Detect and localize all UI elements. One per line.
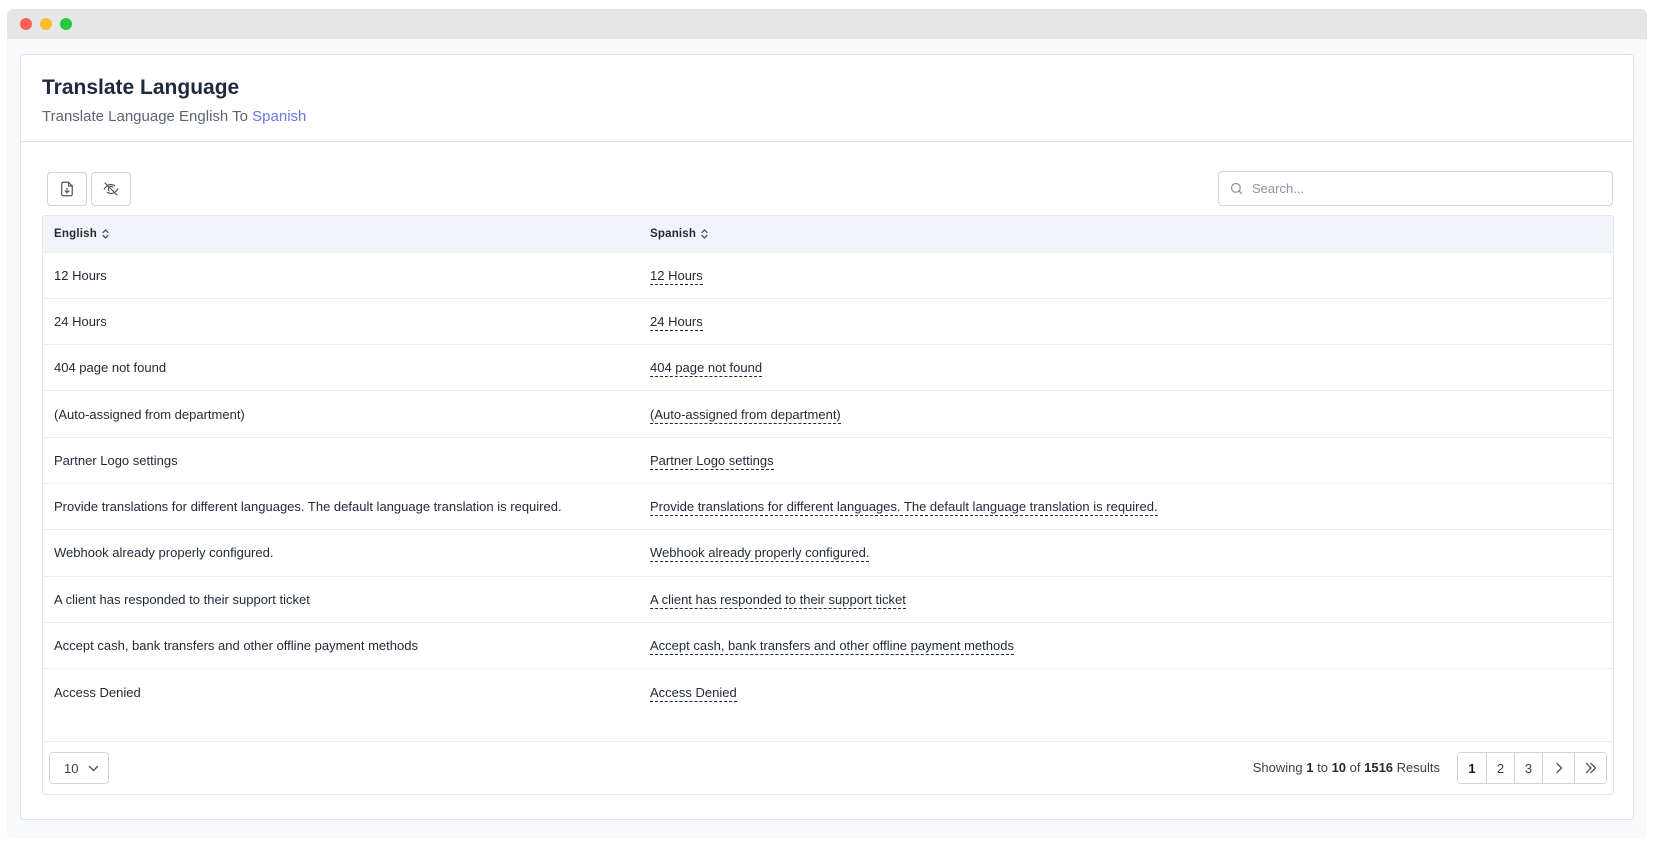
toggle-visibility-button[interactable] (91, 172, 131, 206)
english-cell: Accept cash, bank transfers and other of… (54, 638, 418, 654)
file-download-icon (61, 181, 73, 197)
table-row: 24 Hours 24 Hours (43, 298, 1613, 344)
english-cell: Webhook already properly configured. (54, 545, 274, 561)
spanish-cell: Accept cash, bank transfers and other of… (639, 622, 1613, 668)
table-header-row: English Spanish (43, 216, 1613, 252)
spanish-cell: 24 Hours (639, 298, 1613, 344)
page-title: Translate Language (42, 76, 240, 99)
english-cell: (Auto-assigned from department) (54, 406, 245, 422)
results-total: 1516 (1364, 760, 1394, 775)
table-row: A client has responded to their support … (43, 576, 1613, 622)
results-text: Results (1393, 760, 1440, 775)
editable-translation[interactable]: 24 Hours (650, 313, 703, 331)
results-summary: Showing 1 to 10 of 1516 Results (1253, 760, 1440, 775)
english-cell: Access Denied (54, 684, 141, 700)
spanish-cell: Webhook already properly configured. (639, 530, 1613, 576)
search-icon (1230, 182, 1243, 195)
editable-translation[interactable]: 404 page not found (650, 360, 763, 378)
editable-translation[interactable]: A client has responded to their support … (650, 591, 906, 609)
english-cell: 404 page not found (54, 360, 167, 376)
english-cell: 12 Hours (54, 267, 107, 283)
page-button-2[interactable]: 2 (1486, 753, 1514, 783)
column-header-spanish[interactable]: Spanish (639, 216, 1613, 252)
search-box (1218, 171, 1613, 206)
spanish-cell: 12 Hours (639, 252, 1613, 298)
export-button[interactable] (47, 172, 87, 206)
table-row: Access Denied Access Denied (43, 668, 1613, 715)
title-bar (7, 9, 1647, 39)
page-button-1[interactable]: 1 (1458, 753, 1486, 783)
next-page-button[interactable] (1542, 753, 1574, 783)
page-size-value: 10 (64, 760, 79, 776)
table-row: Provide translations for different langu… (43, 483, 1613, 529)
double-chevron-right-icon (1585, 762, 1596, 774)
spanish-cell: Provide translations for different langu… (639, 483, 1613, 529)
column-label: English (54, 227, 97, 240)
table-row: Webhook already properly configured. Webh… (43, 529, 1613, 576)
table-row: (Auto-assigned from department) (Auto-ass… (43, 390, 1613, 437)
close-window-button[interactable] (20, 18, 32, 30)
editable-translation[interactable]: Partner Logo settings (650, 452, 774, 470)
maximize-window-button[interactable] (60, 18, 72, 30)
search-input[interactable] (1252, 181, 1592, 196)
eye-off-icon (103, 182, 119, 196)
translations-table: English Spanish 12 Hours 12 Hours 24 Hour… (42, 215, 1614, 795)
spanish-cell: Access Denied (639, 669, 1613, 715)
chevron-down-icon (88, 765, 99, 772)
last-page-button[interactable] (1574, 753, 1606, 783)
table-row: 404 page not found 404 page not found (43, 344, 1613, 391)
spanish-cell: (Auto-assigned from department) (639, 391, 1613, 437)
chevron-right-icon (1555, 762, 1562, 774)
column-label: Spanish (650, 227, 697, 240)
sort-icon[interactable] (101, 228, 110, 240)
table-row: 12 Hours 12 Hours (43, 252, 1613, 298)
page-button-3[interactable]: 3 (1514, 753, 1542, 783)
editable-translation[interactable]: (Auto-assigned from department) (650, 406, 841, 424)
table-toolbar (45, 171, 1613, 207)
column-header-english[interactable]: English (43, 216, 639, 252)
table-footer: 10 Showing 1 to 10 of 1516 Results 1 2 3 (43, 741, 1613, 794)
card-header: Translate Language Translate Language En… (21, 55, 1633, 142)
pagination: 1 2 3 (1457, 752, 1607, 784)
table-row: Accept cash, bank transfers and other of… (43, 622, 1613, 668)
results-text: Showing (1252, 760, 1307, 775)
sort-icon[interactable] (700, 228, 709, 240)
editable-translation[interactable]: Webhook already properly configured. (650, 545, 870, 563)
english-cell: A client has responded to their support … (54, 591, 310, 607)
editable-translation[interactable]: Provide translations for different langu… (650, 499, 1158, 517)
english-cell: Provide translations for different langu… (54, 499, 562, 515)
subtitle-prefix: Translate Language English To (42, 108, 253, 125)
spanish-cell: 404 page not found (639, 345, 1613, 391)
results-text: of (1346, 760, 1365, 775)
page-size-select[interactable]: 10 (49, 752, 109, 784)
editable-translation[interactable]: 12 Hours (650, 267, 703, 285)
english-cell: Partner Logo settings (54, 452, 178, 468)
spanish-cell: A client has responded to their support … (639, 576, 1613, 622)
translate-card: Translate Language Translate Language En… (20, 54, 1634, 820)
minimize-window-button[interactable] (40, 18, 52, 30)
editable-translation[interactable]: Accept cash, bank transfers and other of… (650, 638, 1014, 656)
table-row: Partner Logo settings Partner Logo settin… (43, 437, 1613, 483)
app-window: Translate Language Translate Language En… (7, 9, 1647, 839)
target-language: Spanish (252, 108, 307, 125)
editable-translation[interactable]: Access Denied (650, 684, 737, 702)
spanish-cell: Partner Logo settings (639, 437, 1613, 483)
results-to: 10 (1331, 760, 1347, 775)
results-text: to (1313, 760, 1332, 775)
page-subtitle: Translate Language English To Spanish (42, 107, 1612, 127)
english-cell: 24 Hours (54, 313, 107, 329)
